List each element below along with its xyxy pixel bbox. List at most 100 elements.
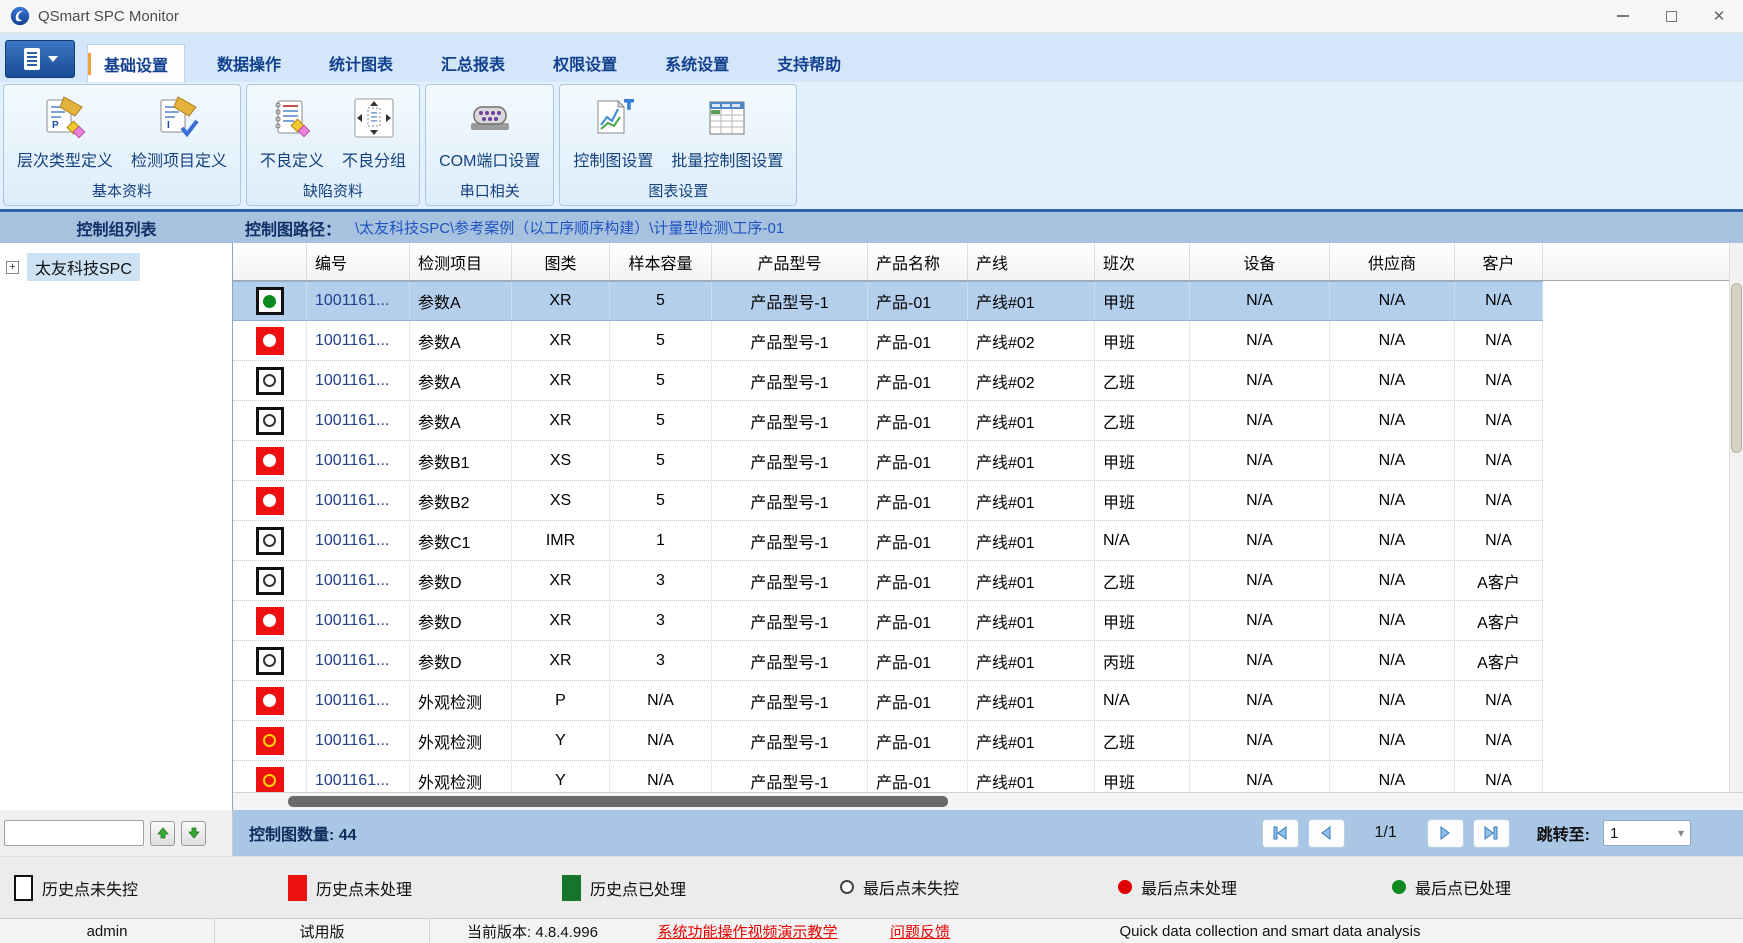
column-header-item[interactable]: 检测项目	[410, 243, 512, 280]
inspection-item-define-button[interactable]: I 检测项目定义	[122, 89, 236, 173]
cell-id: 1001161...	[307, 321, 410, 360]
table-row-1[interactable]: 1001161... 参数A XR 5 产品型号-1 产品-01 产线#01 甲班 N/A N/A…	[233, 281, 1543, 321]
defect-group-button[interactable]: 不良分组	[333, 89, 415, 173]
tree-filter-input[interactable]	[4, 820, 144, 846]
tree-node-root[interactable]: + 太友科技SPC	[6, 253, 232, 281]
table-row-13[interactable]: 1001161... 外观检测 Y N/A 产品型号-1 产品-01 产线#01 甲班 N/A N…	[233, 761, 1543, 792]
tab-permission-settings[interactable]: 权限设置	[537, 44, 633, 82]
tab-system-settings[interactable]: 系统设置	[649, 44, 745, 82]
column-header-sample-size[interactable]: 样本容量	[610, 243, 712, 280]
cell-id: 1001161...	[307, 401, 410, 440]
cell-id: 1001161...	[307, 441, 410, 480]
column-header-status[interactable]	[233, 243, 307, 280]
column-header-id[interactable]: 编号	[307, 243, 410, 280]
app-menu-button[interactable]	[5, 40, 75, 78]
column-header-supplier[interactable]: 供应商	[1330, 243, 1455, 280]
path-bar: 控制组列表 控制图路径： \太友科技SPC\参考案例（以工序顺序构建）\计量型检…	[0, 212, 1743, 243]
cell-chart-type: XR	[512, 401, 610, 440]
tab-support-help[interactable]: 支持帮助	[761, 44, 857, 82]
column-header-product-model[interactable]: 产品型号	[712, 243, 868, 280]
hierarchy-type-define-button[interactable]: P 层次类型定义	[8, 89, 122, 173]
status-cell	[233, 561, 307, 600]
column-header-chart-type[interactable]: 图类	[512, 243, 610, 280]
cell-item: 参数A	[410, 321, 512, 360]
cell-id: 1001161...	[307, 361, 410, 400]
column-header-device[interactable]: 设备	[1190, 243, 1330, 280]
table-row-7[interactable]: 1001161... 参数C1 IMR 1 产品型号-1 产品-01 产线#01 N/A N/A…	[233, 521, 1543, 561]
cell-sample-size: 3	[610, 561, 712, 600]
table-row-3[interactable]: 1001161... 参数A XR 5 产品型号-1 产品-01 产线#02 乙班 N/A N/A…	[233, 361, 1543, 401]
prev-page-button[interactable]	[1307, 818, 1345, 848]
com-port-settings-button[interactable]: COM端口设置	[430, 89, 549, 173]
statusbar-feedback-link[interactable]: 问题反馈	[860, 919, 980, 943]
search-down-button[interactable]	[181, 820, 206, 846]
batch-control-chart-settings-button[interactable]: 批量控制图设置	[662, 89, 792, 173]
com-port-icon	[467, 95, 513, 141]
maximize-button[interactable]	[1647, 0, 1695, 32]
first-page-button[interactable]	[1261, 818, 1299, 848]
tab-data-operations[interactable]: 数据操作	[201, 44, 297, 82]
cell-item: 参数D	[410, 641, 512, 680]
column-header-shift[interactable]: 班次	[1095, 243, 1190, 280]
cell-chart-type: Y	[512, 761, 610, 792]
cell-supplier: N/A	[1330, 601, 1455, 640]
cell-shift: N/A	[1095, 521, 1190, 560]
table-row-6[interactable]: 1001161... 参数B2 XS 5 产品型号-1 产品-01 产线#01 甲班 N/A N/…	[233, 481, 1543, 521]
status-circle-outline-icon	[263, 654, 276, 667]
arrow-down-icon	[187, 827, 200, 839]
defect-group-label: 不良分组	[342, 153, 407, 170]
table-row-9[interactable]: 1001161... 参数D XR 3 产品型号-1 产品-01 产线#01 甲班 N/A N/A…	[233, 601, 1543, 641]
svg-text:I: I	[167, 120, 170, 131]
table-row-12[interactable]: 1001161... 外观检测 Y N/A 产品型号-1 产品-01 产线#01 乙班 N/A N…	[233, 721, 1543, 761]
arrow-up-icon	[156, 827, 169, 839]
last-page-button[interactable]	[1472, 818, 1510, 848]
horizontal-scrollbar[interactable]	[233, 792, 1743, 810]
column-header-customer[interactable]: 客户	[1455, 243, 1543, 280]
tab-statistic-charts[interactable]: 统计图表	[313, 44, 409, 82]
next-page-button[interactable]	[1426, 818, 1464, 848]
tab-bar: 基础设置 数据操作 统计图表 汇总报表 权限设置 系统设置 支持帮助	[87, 33, 873, 82]
close-button[interactable]: ✕	[1695, 0, 1743, 32]
table-row-4[interactable]: 1001161... 参数A XR 5 产品型号-1 产品-01 产线#01 乙班 N/A N/A…	[233, 401, 1543, 441]
tab-summary-reports[interactable]: 汇总报表	[425, 44, 521, 82]
legend-square-swatch	[14, 875, 33, 901]
cell-shift: 乙班	[1095, 721, 1190, 760]
horizontal-scrollbar-thumb[interactable]	[288, 796, 948, 807]
column-header-product-name[interactable]: 产品名称	[868, 243, 968, 280]
table-row-5[interactable]: 1001161... 参数B1 XS 5 产品型号-1 产品-01 产线#01 甲班 N/A N/…	[233, 441, 1543, 481]
tree-node-label[interactable]: 太友科技SPC	[27, 253, 140, 281]
vertical-scrollbar-thumb[interactable]	[1731, 283, 1742, 453]
search-up-button[interactable]	[150, 820, 175, 846]
statusbar-video-tutorial-link[interactable]: 系统功能操作视频演示教学	[657, 921, 837, 942]
cell-device: N/A	[1190, 521, 1330, 560]
status-square-white-icon	[255, 526, 284, 555]
status-cell	[233, 441, 307, 480]
cell-sample-size: N/A	[610, 681, 712, 720]
vertical-scrollbar[interactable]	[1729, 243, 1743, 792]
statusbar-video-tutorial-link[interactable]: 系统功能操作视频演示教学	[635, 919, 860, 943]
status-square-white-icon	[255, 406, 284, 435]
minimize-button[interactable]	[1599, 0, 1647, 32]
cell-chart-type: Y	[512, 721, 610, 760]
table-row-10[interactable]: 1001161... 参数D XR 3 产品型号-1 产品-01 产线#01 丙班 N/A N/A…	[233, 641, 1543, 681]
maximize-icon	[1665, 10, 1677, 22]
table-row-8[interactable]: 1001161... 参数D XR 3 产品型号-1 产品-01 产线#01 乙班 N/A N/A…	[233, 561, 1543, 601]
cell-id: 1001161...	[307, 641, 410, 680]
next-page-icon	[1440, 826, 1450, 840]
tab-basic-settings[interactable]: 基础设置	[87, 44, 186, 82]
column-header-line[interactable]: 产线	[968, 243, 1095, 280]
cell-product-name: 产品-01	[868, 521, 968, 560]
table-row-11[interactable]: 1001161... 外观检测 P N/A 产品型号-1 产品-01 产线#01 N/A N/A…	[233, 681, 1543, 721]
jump-page-select[interactable]: 1 ▾	[1603, 820, 1691, 846]
title-bar: QSmart SPC Monitor ✕	[0, 0, 1743, 33]
legend-label: 最后点已处理	[1415, 881, 1512, 898]
cell-shift: 甲班	[1095, 282, 1190, 320]
control-chart-settings-button[interactable]: 控制图设置	[564, 89, 662, 173]
tree-expander-icon[interactable]: +	[6, 260, 19, 274]
cell-product-name: 产品-01	[868, 761, 968, 792]
statusbar-feedback-link[interactable]: 问题反馈	[890, 921, 950, 942]
table-row-2[interactable]: 1001161... 参数A XR 5 产品型号-1 产品-01 产线#02 甲班 N/A N/A…	[233, 321, 1543, 361]
cell-line: 产线#01	[968, 761, 1095, 792]
defect-define-button[interactable]: 不良定义	[251, 89, 333, 173]
chart-plus-icon	[590, 95, 636, 141]
